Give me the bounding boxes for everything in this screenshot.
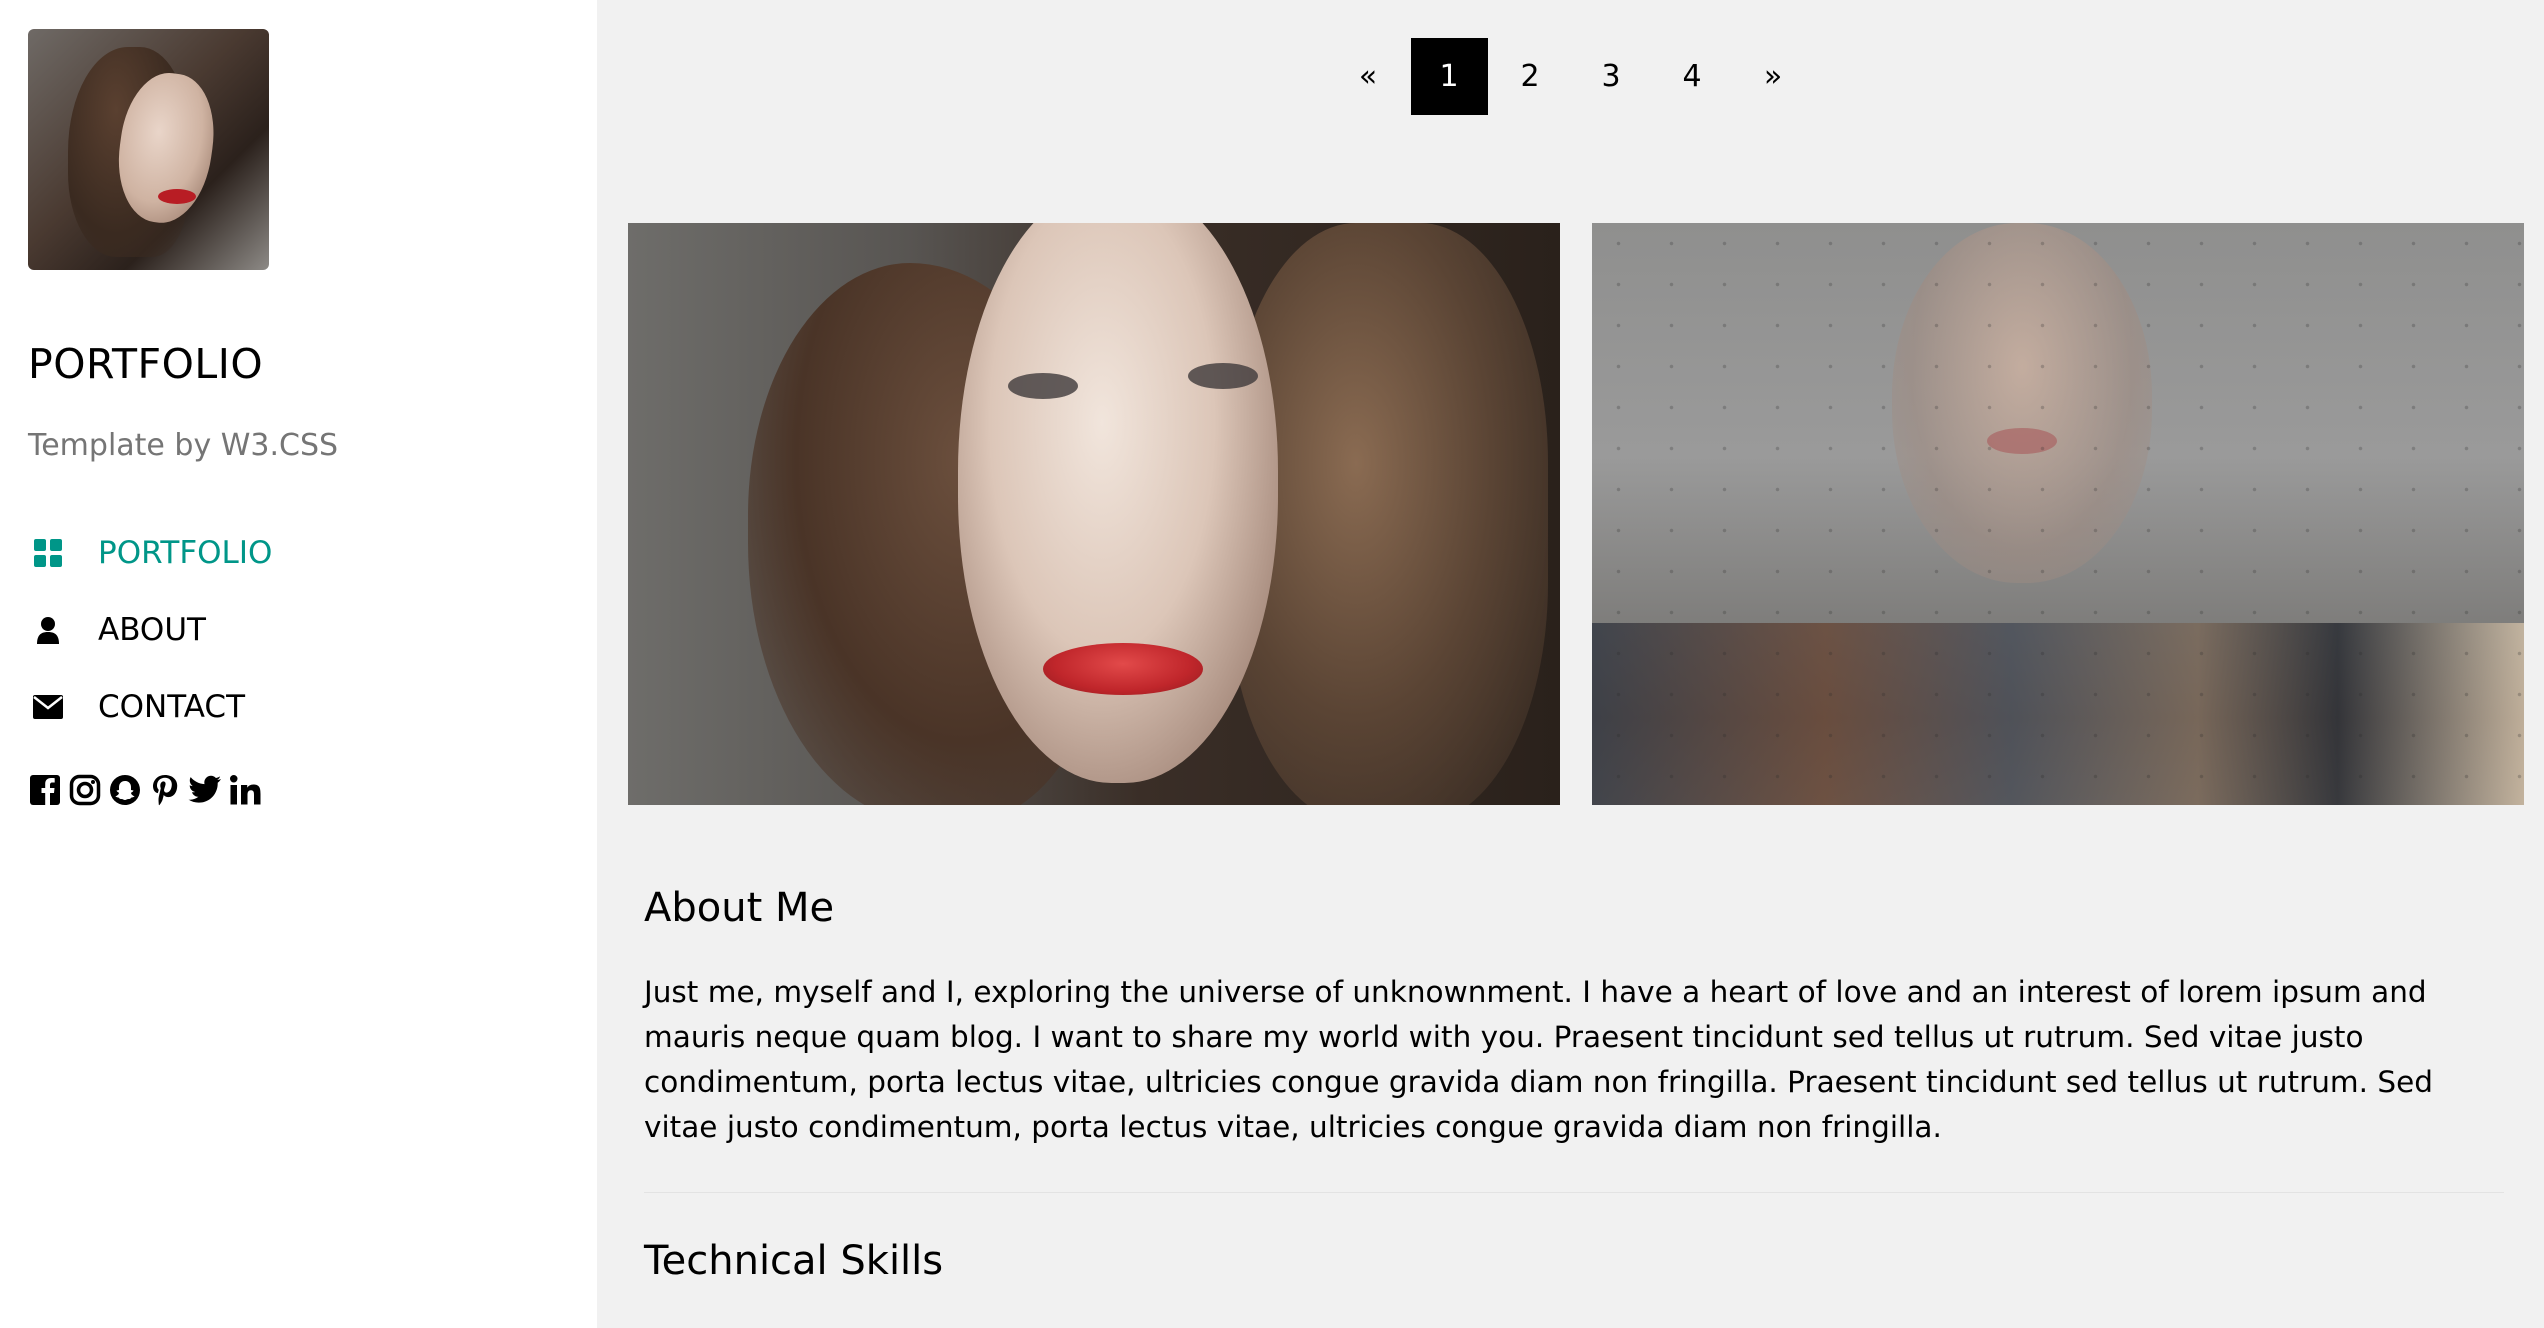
nav-label-about: ABOUT	[98, 611, 206, 648]
nav-item-portfolio[interactable]: PORTFOLIO	[28, 514, 568, 591]
brand-title: PORTFOLIO	[28, 340, 264, 388]
portfolio-image-2[interactable]	[1592, 223, 2524, 805]
envelope-icon	[28, 687, 68, 727]
sidebar: PORTFOLIO Template by W3.CSS PORTFOLIO A…	[0, 0, 597, 1328]
sidebar-nav: PORTFOLIO ABOUT CONTACT	[28, 514, 568, 745]
section-divider	[644, 1192, 2504, 1193]
user-icon	[28, 610, 68, 650]
main-content: « 1 2 3 4 » About Me Just me, myself and…	[597, 0, 2544, 1328]
nav-item-about[interactable]: ABOUT	[28, 591, 568, 668]
pagination-next[interactable]: »	[1735, 38, 1812, 115]
pagination-page-1[interactable]: 1	[1410, 38, 1488, 115]
linkedin-icon[interactable]	[228, 773, 262, 807]
instagram-icon[interactable]	[68, 773, 102, 807]
about-text: Just me, myself and I, exploring the uni…	[644, 975, 2434, 1144]
about-title: About Me	[644, 885, 835, 931]
pagination: « 1 2 3 4 »	[597, 38, 2544, 115]
pinterest-icon[interactable]	[148, 773, 182, 807]
facebook-icon[interactable]	[28, 773, 62, 807]
avatar	[28, 29, 269, 270]
nav-label-portfolio: PORTFOLIO	[98, 534, 273, 571]
brand-byline: Template by W3.CSS	[28, 428, 339, 463]
snapchat-icon[interactable]	[108, 773, 142, 807]
portfolio-image-1[interactable]	[628, 223, 1560, 805]
grid-icon	[28, 533, 68, 573]
nav-item-contact[interactable]: CONTACT	[28, 668, 568, 745]
pagination-page-4[interactable]: 4	[1654, 38, 1731, 115]
pagination-page-2[interactable]: 2	[1492, 38, 1569, 115]
skills-title: Technical Skills	[644, 1238, 944, 1284]
social-links	[28, 773, 262, 807]
twitter-icon[interactable]	[188, 773, 222, 807]
pagination-page-3[interactable]: 3	[1573, 38, 1650, 115]
nav-label-contact: CONTACT	[98, 688, 246, 725]
pagination-prev[interactable]: «	[1330, 38, 1407, 115]
